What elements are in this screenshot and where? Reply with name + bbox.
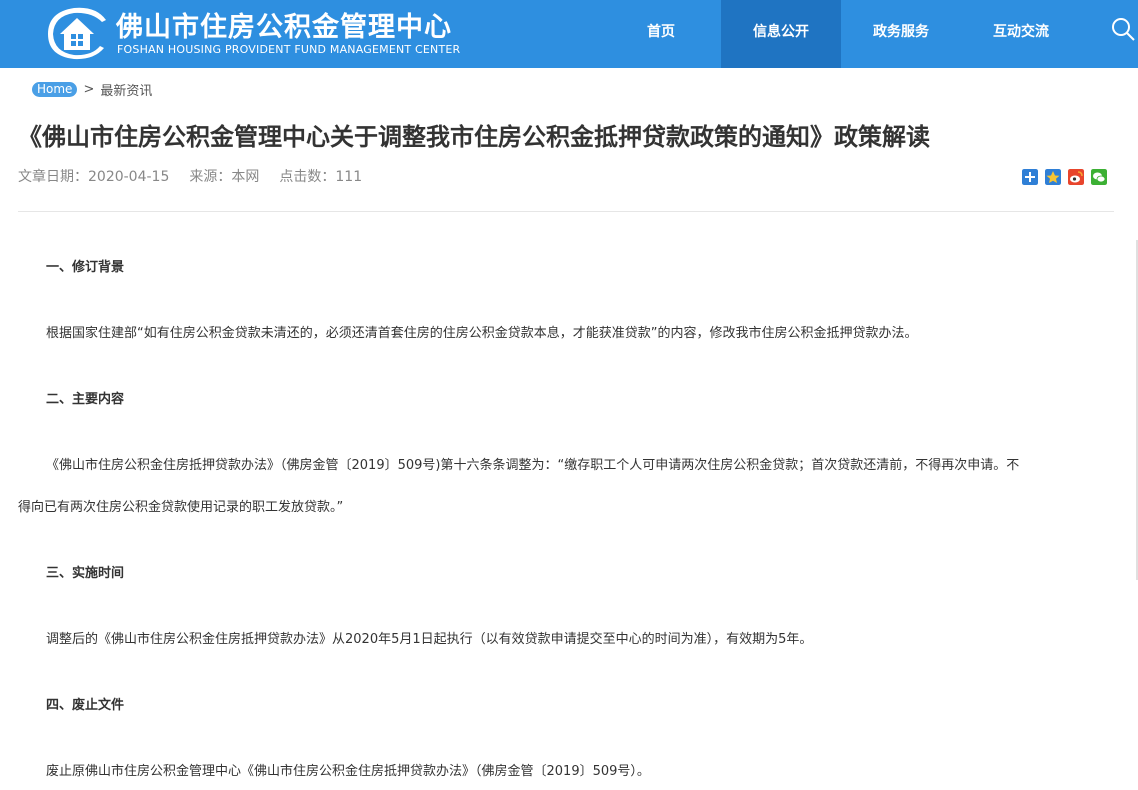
article-title: 《佛山市住房公积金管理中心关于调整我市住房公积金抵押贷款政策的通知》政策解读 <box>18 123 930 151</box>
section-heading-4: 四、废止文件 <box>46 698 125 713</box>
section-heading-1: 一、修订背景 <box>46 260 125 275</box>
title-divider <box>18 211 1114 212</box>
breadcrumb-current[interactable]: 最新资讯 <box>100 80 152 99</box>
article-views: 点击数：111 <box>279 169 363 185</box>
article-meta: 文章日期：2020-04-15 来源：本网 点击数：111 <box>18 166 382 186</box>
share-plus-icon[interactable] <box>1022 169 1038 185</box>
article-source: 来源：本网 <box>189 169 260 185</box>
nav-gov-services[interactable]: 政务服务 <box>841 0 961 68</box>
section-body-2-line-2: 得向已有两次住房公积金贷款使用记录的职工发放贷款。” <box>18 500 344 515</box>
breadcrumb-home-link[interactable]: Home <box>32 82 78 97</box>
section-body-4: 废止原佛山市住房公积金管理中心《佛山市住房公积金住房抵押贷款办法》（佛房金管〔2… <box>46 764 650 779</box>
site-subtitle-en: FOSHAN HOUSING PROVIDENT FUND MANAGEMENT… <box>117 43 461 56</box>
nav-info-disclosure[interactable]: 信息公开 <box>721 0 841 68</box>
section-body-1: 根据国家住建部“如有住房公积金贷款未清还的，必须还清首套住房的住房公积金贷款本息… <box>46 326 918 341</box>
site-title: 佛山市住房公积金管理中心 <box>116 12 452 43</box>
search-icon[interactable] <box>1110 16 1136 42</box>
house-logo-icon <box>48 7 106 60</box>
main-nav: 首页 信息公开 政务服务 互动交流 <box>601 0 1081 68</box>
share-bar <box>1022 169 1114 185</box>
breadcrumb: Home > 最新资讯 <box>32 80 152 99</box>
breadcrumb-separator: > <box>83 82 95 97</box>
section-body-2-line-1: 《佛山市住房公积金住房抵押贷款办法》（佛房金管〔2019〕509号)第十六条条调… <box>46 458 1020 473</box>
section-body-3: 调整后的《佛山市住房公积金住房抵押贷款办法》从2020年5月1日起执行（以有效贷… <box>46 632 813 647</box>
section-heading-2: 二、主要内容 <box>46 392 125 407</box>
weibo-icon[interactable] <box>1068 169 1084 185</box>
wechat-icon[interactable] <box>1091 169 1107 185</box>
section-heading-3: 三、实施时间 <box>46 566 125 581</box>
article-date: 文章日期：2020-04-15 <box>18 169 170 185</box>
site-header: 佛山市住房公积金管理中心 FOSHAN HOUSING PROVIDENT FU… <box>0 0 1138 68</box>
nav-home[interactable]: 首页 <box>601 0 721 68</box>
nav-interaction[interactable]: 互动交流 <box>961 0 1081 68</box>
qzone-icon[interactable] <box>1045 169 1061 185</box>
